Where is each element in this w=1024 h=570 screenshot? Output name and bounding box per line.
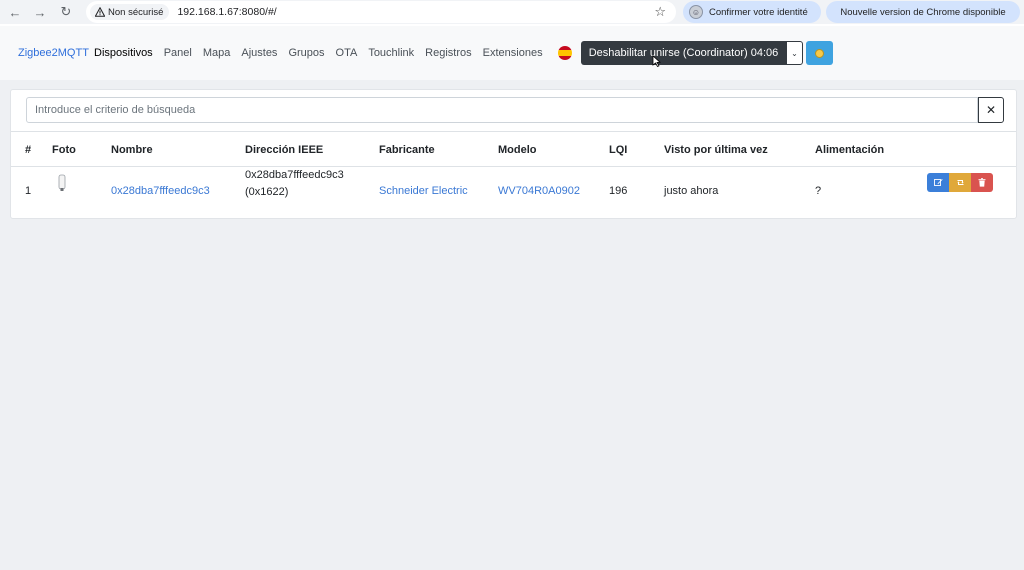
trash-icon <box>978 178 986 187</box>
header-last-seen[interactable]: Visto por última vez <box>664 144 768 156</box>
row-index: 1 <box>25 185 32 197</box>
brand-link[interactable]: Zigbee2MQTT <box>18 47 89 59</box>
browser-toolbar: ← → ↻ Non sécurisé 192.168.1.67:8080/#/ … <box>0 0 1024 24</box>
theme-toggle-button[interactable] <box>806 41 833 65</box>
nav-registros[interactable]: Registros <box>425 47 471 59</box>
header-fabricante[interactable]: Fabricante <box>379 144 435 156</box>
header-modelo[interactable]: Modelo <box>498 144 537 156</box>
devices-card: ✕ # Foto Nombre Dirección IEEE Fabricant… <box>10 89 1017 219</box>
network-address: (0x1622) <box>245 186 289 198</box>
chevron-down-icon[interactable]: ⌄ <box>786 41 803 65</box>
manufacturer-link[interactable]: Schneider Electric <box>379 185 468 197</box>
nav-mapa[interactable]: Mapa <box>203 47 231 59</box>
security-label: Non sécurisé <box>108 6 164 18</box>
app-navbar: Zigbee2MQTT Dispositivos Panel Mapa Ajus… <box>0 26 1024 80</box>
reconfigure-device-button[interactable] <box>949 173 971 192</box>
ieee-address: 0x28dba7fffeedc9c3 <box>245 169 344 181</box>
last-seen-value: justo ahora <box>664 185 719 197</box>
search-input[interactable] <box>26 97 978 123</box>
delete-device-button[interactable] <box>971 173 993 192</box>
table-header: # Foto Nombre Dirección IEEE Fabricante … <box>11 131 1016 167</box>
power-value: ? <box>815 185 822 197</box>
nav-links: Dispositivos Panel Mapa Ajustes Grupos O… <box>94 47 554 59</box>
nav-ota[interactable]: OTA <box>336 47 358 59</box>
back-icon[interactable]: ← <box>6 3 24 21</box>
permit-join-button[interactable]: Deshabilitar unirse (Coordinator) 04:06 <box>581 41 786 65</box>
nav-grupos[interactable]: Grupos <box>288 47 324 59</box>
clear-search-button[interactable]: ✕ <box>978 97 1004 123</box>
lqi-value: 196 <box>609 185 628 197</box>
mouse-cursor-icon <box>652 55 661 67</box>
profile-label: Confirmer votre identité <box>709 6 808 18</box>
nav-panel[interactable]: Panel <box>164 47 192 59</box>
model-link[interactable]: WV704R0A0902 <box>498 185 580 197</box>
edit-device-button[interactable] <box>927 173 949 192</box>
update-label: Nouvelle version de Chrome disponible <box>840 6 1006 18</box>
table-row: 1 0x28dba7fffeedc9c3 0x28dba7fffeedc9c3 … <box>11 168 1016 218</box>
header-index[interactable]: # <box>25 144 31 156</box>
nav-ajustes[interactable]: Ajustes <box>241 47 277 59</box>
device-name-link[interactable]: 0x28dba7fffeedc9c3 <box>111 185 210 197</box>
nav-touchlink[interactable]: Touchlink <box>368 47 414 59</box>
header-nombre[interactable]: Nombre <box>111 144 153 156</box>
device-thumbnail <box>58 174 66 191</box>
sun-icon <box>815 48 824 58</box>
chrome-update-chip[interactable]: Nouvelle version de Chrome disponible <box>826 1 1020 23</box>
edit-icon <box>933 179 943 186</box>
profile-chip[interactable]: ☺ Confirmer votre identité <box>683 1 821 23</box>
retweet-icon <box>956 180 964 185</box>
forward-icon[interactable]: → <box>31 3 49 21</box>
warning-icon <box>95 7 105 17</box>
address-bar[interactable]: Non sécurisé 192.168.1.67:8080/#/ ☆ <box>86 1 676 23</box>
nav-dispositivos[interactable]: Dispositivos <box>94 47 153 59</box>
header-foto: Foto <box>52 144 76 156</box>
spain-flag-icon[interactable] <box>558 46 572 60</box>
nav-extensiones[interactable]: Extensiones <box>483 47 543 59</box>
security-chip[interactable]: Non sécurisé <box>90 4 170 20</box>
bookmark-star-icon[interactable]: ☆ <box>654 4 666 20</box>
reload-icon[interactable]: ↻ <box>57 3 75 21</box>
header-lqi[interactable]: LQI <box>609 144 627 156</box>
header-power[interactable]: Alimentación <box>815 144 884 156</box>
device-ieee: 0x28dba7fffeedc9c3 (0x1622) <box>245 167 344 201</box>
avatar-icon: ☺ <box>689 5 703 19</box>
header-ieee[interactable]: Dirección IEEE <box>245 144 323 156</box>
url-text[interactable]: 192.168.1.67:8080/#/ <box>177 6 276 18</box>
